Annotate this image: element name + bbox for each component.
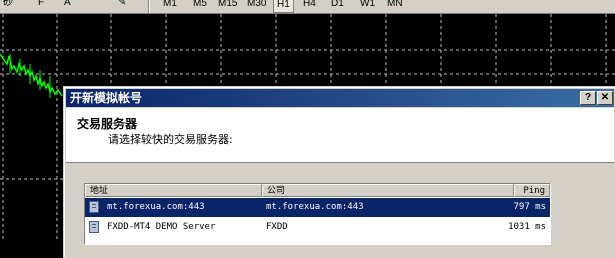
section-subheading: 请选择较快的交易服务器: (108, 133, 233, 146)
column-header-company[interactable]: 公司 (262, 184, 514, 197)
price-bars (9, 54, 51, 98)
server-row[interactable]: mt.forexua.com:443 mt.forexua.com:443 79… (85, 198, 550, 217)
help-button[interactable]: ? (580, 91, 596, 105)
tab-timeframe-m30[interactable]: M30 (244, 0, 269, 11)
dialog-header-panel: 交易服务器 请选择较快的交易服务器: (66, 108, 614, 163)
column-header-address[interactable]: 地址 (85, 184, 262, 197)
tab-timeframe-mn[interactable]: MN (384, 0, 406, 11)
dialog-title: 开新模拟帐号 (70, 91, 143, 105)
chart-toolbar: 砂 F A ✎ M1 M5 M15 M30 H1 H4 D1 W1 MN (0, 0, 615, 14)
toolbar-item-left-4[interactable]: ✎ (118, 0, 126, 10)
column-header-ping[interactable]: Ping (514, 184, 550, 197)
section-heading: 交易服务器 (77, 117, 138, 131)
tab-timeframe-m1[interactable]: M1 (160, 0, 180, 11)
server-list[interactable]: 地址 公司 Ping mt.forexua.com:443 mt.forexua… (84, 183, 551, 245)
server-list-header: 地址 公司 Ping (85, 184, 550, 198)
server-company: FXDD (266, 222, 288, 232)
new-demo-account-dialog: 开新模拟帐号 ? ✕ 交易服务器 请选择较快的交易服务器: 地址 公司 Ping… (63, 86, 615, 258)
toolbar-item-left-3[interactable]: A (64, 0, 71, 10)
toolbar-item-left-2[interactable]: F (38, 0, 44, 10)
dialog-titlebar[interactable]: 开新模拟帐号 ? ✕ (66, 89, 614, 107)
server-company: mt.forexua.com:443 (266, 202, 364, 212)
toolbar-item-left-1[interactable]: 砂 (3, 0, 13, 10)
server-address: FXDD-MT4 DEMO Server (107, 222, 216, 232)
tab-timeframe-m15[interactable]: M15 (215, 0, 240, 11)
server-ping: 1031 ms (508, 222, 546, 232)
tab-timeframe-m5[interactable]: M5 (190, 0, 210, 11)
tab-timeframe-w1[interactable]: W1 (357, 0, 378, 11)
server-icon (89, 201, 99, 213)
price-line (0, 53, 63, 97)
server-icon (89, 221, 99, 233)
tab-timeframe-h1[interactable]: H1 (273, 0, 294, 13)
tab-timeframe-h4[interactable]: H4 (300, 0, 319, 11)
toolbar-separator (148, 0, 149, 13)
server-row[interactable]: FXDD-MT4 DEMO Server FXDD 1031 ms (85, 218, 550, 237)
server-address: mt.forexua.com:443 (107, 202, 205, 212)
tab-timeframe-d1[interactable]: D1 (328, 0, 347, 11)
server-ping: 797 ms (513, 202, 546, 212)
close-button[interactable]: ✕ (597, 91, 613, 105)
